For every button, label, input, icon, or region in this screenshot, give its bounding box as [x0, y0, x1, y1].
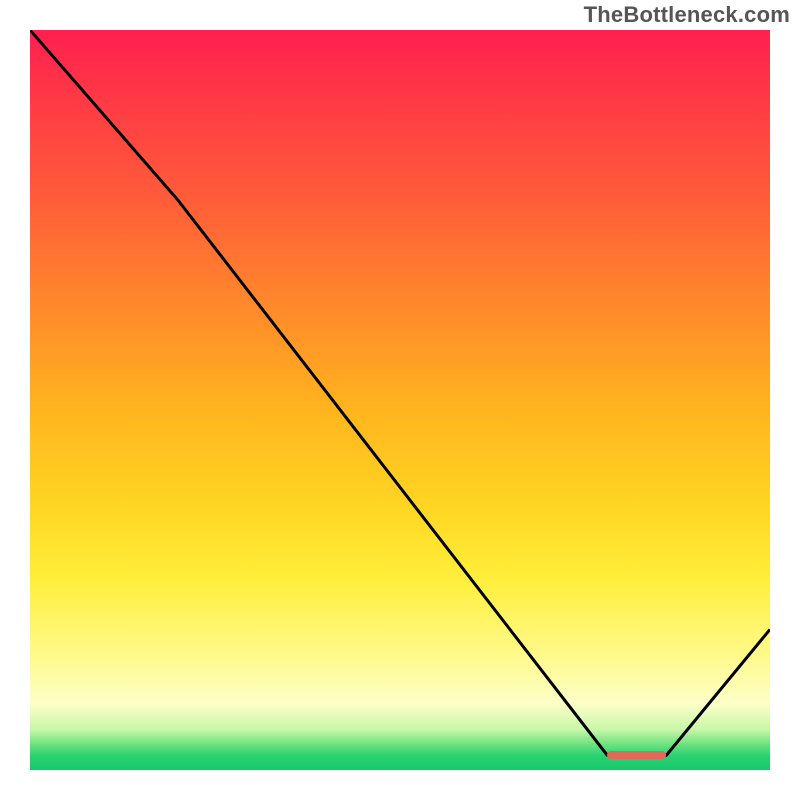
chart-svg	[30, 30, 770, 770]
plot-area	[30, 30, 770, 770]
chart-marker	[607, 751, 666, 759]
chart-container: TheBottleneck.com	[0, 0, 800, 800]
chart-line	[30, 30, 770, 755]
watermark-text: TheBottleneck.com	[584, 2, 790, 28]
